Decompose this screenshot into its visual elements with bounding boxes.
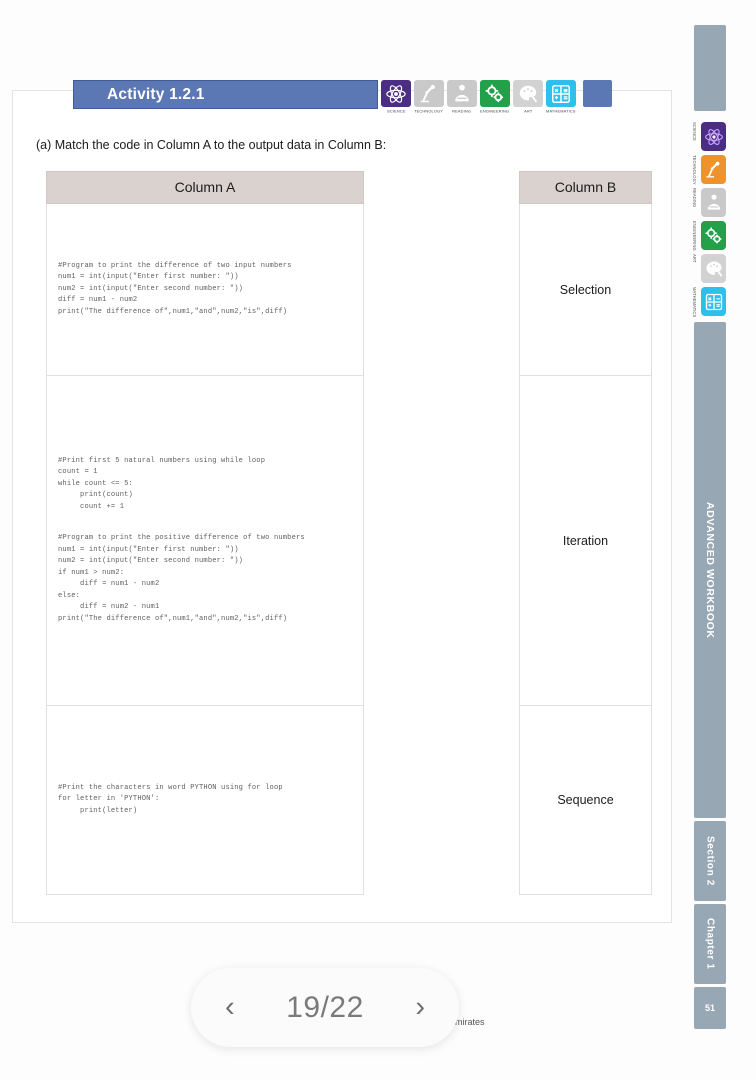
sidebar-icon-caption: TECHNOLOGY bbox=[692, 155, 697, 185]
sidebar-icon-caption: ART bbox=[692, 254, 697, 263]
sidebar-icon-caption: ENGINEERING bbox=[692, 221, 697, 251]
code-snippet: #Print first 5 natural numbers using whi… bbox=[58, 456, 266, 511]
table-row[interactable]: Selection bbox=[520, 204, 651, 376]
stem-item-art: ART bbox=[512, 80, 544, 114]
palette-icon bbox=[706, 261, 722, 277]
code-snippet: #Program to print the positive differenc… bbox=[58, 534, 305, 623]
code-snippet: #Program to print the difference of two … bbox=[58, 261, 292, 316]
activity-banner: Activity 1.2.1 bbox=[73, 80, 378, 109]
right-sidebar bbox=[694, 25, 726, 114]
column-a: Column A #Program to print the differenc… bbox=[46, 171, 364, 895]
sidebar-segment-workbook[interactable]: ADVANCED WORKBOOK bbox=[694, 322, 726, 818]
sidebar-item-mathematics[interactable]: MATHEMATICS bbox=[692, 285, 726, 318]
page-root: Activity 1.2.1 SCIENCE TECHNOLOGY READIN… bbox=[0, 0, 756, 1080]
calculator-icon bbox=[705, 293, 722, 310]
stem-caption: ENGINEERING bbox=[480, 108, 510, 114]
sidebar-tile-technology bbox=[701, 155, 726, 184]
reader-icon bbox=[455, 84, 469, 101]
sidebar-tile-engineering bbox=[701, 221, 726, 250]
stem-tile-engineering bbox=[480, 80, 510, 107]
table-row[interactable]: Iteration bbox=[520, 376, 651, 706]
gears-icon bbox=[485, 83, 504, 102]
sidebar-item-reading[interactable]: READING bbox=[692, 186, 726, 219]
stem-tile-mathematics bbox=[546, 80, 576, 107]
stem-tile-science bbox=[381, 80, 411, 107]
sidebar-segment-section[interactable]: Section 2 bbox=[694, 821, 726, 901]
workbook-label: ADVANCED WORKBOOK bbox=[704, 501, 716, 639]
question-prompt: (a) Match the code in Column A to the ou… bbox=[36, 138, 387, 152]
activity-title: Activity 1.2.1 bbox=[107, 85, 205, 103]
robot-arm-icon bbox=[420, 84, 435, 102]
stem-caption: TECHNOLOGY bbox=[414, 108, 444, 114]
chevron-left-icon[interactable]: ‹ bbox=[225, 993, 235, 1022]
atom-icon bbox=[386, 84, 406, 103]
pagination-bar: ‹ 19/22 › bbox=[191, 968, 459, 1047]
palette-icon bbox=[519, 85, 538, 103]
section-label: Section 2 bbox=[704, 836, 716, 886]
stem-tile-technology bbox=[414, 80, 444, 107]
sidebar-tile-mathematics bbox=[701, 287, 726, 316]
chapter-label: Chapter 1 bbox=[704, 918, 716, 970]
sidebar-tile-reading bbox=[701, 188, 726, 217]
sidebar-segment-chapter[interactable]: Chapter 1 bbox=[694, 904, 726, 984]
robot-arm-icon bbox=[706, 161, 719, 177]
sidebar-stem-icons: SCIENCE TECHNOLOGY READING ENGINEERING A… bbox=[692, 120, 726, 318]
column-b: Column B Selection Iteration Sequence bbox=[519, 171, 652, 895]
sidebar-page-number[interactable]: 51 bbox=[694, 987, 726, 1029]
table-row[interactable]: Sequence bbox=[520, 706, 651, 894]
stem-tile-reading bbox=[447, 80, 477, 107]
sidebar-item-science[interactable]: SCIENCE bbox=[692, 120, 726, 153]
calculator-icon bbox=[552, 84, 570, 103]
sidebar-segment-top[interactable] bbox=[694, 25, 726, 111]
sidebar-item-art[interactable]: ART bbox=[692, 252, 726, 285]
atom-icon bbox=[704, 128, 723, 145]
banner-blue-block bbox=[583, 80, 612, 107]
table-row[interactable]: #Print first 5 natural numbers using whi… bbox=[47, 376, 363, 706]
stem-caption: READING bbox=[452, 108, 472, 114]
page-counter: 19/22 bbox=[286, 990, 364, 1024]
table-row[interactable]: #Program to print the difference of two … bbox=[47, 204, 363, 376]
column-b-body: Selection Iteration Sequence bbox=[519, 204, 652, 895]
sidebar-lower: ADVANCED WORKBOOK Section 2 Chapter 1 51 bbox=[694, 322, 726, 1032]
stem-item-science: SCIENCE bbox=[380, 80, 412, 114]
stem-item-reading: READING bbox=[446, 80, 478, 114]
sidebar-item-technology[interactable]: TECHNOLOGY bbox=[692, 153, 726, 186]
column-a-header: Column A bbox=[46, 171, 364, 204]
sidebar-icon-caption: READING bbox=[692, 188, 697, 208]
sidebar-item-engineering[interactable]: ENGINEERING bbox=[692, 219, 726, 252]
stem-icon-strip: SCIENCE TECHNOLOGY READING ENGINEERING A… bbox=[380, 80, 577, 114]
column-a-body: #Program to print the difference of two … bbox=[46, 204, 364, 895]
column-b-header: Column B bbox=[519, 171, 652, 204]
table-row[interactable]: #Print the characters in word PYTHON usi… bbox=[47, 706, 363, 894]
stem-tile-art bbox=[513, 80, 543, 107]
sidebar-icon-caption: MATHEMATICS bbox=[692, 287, 697, 318]
sidebar-icon-caption: SCIENCE bbox=[692, 122, 697, 141]
page-number-label: 51 bbox=[704, 1003, 715, 1013]
stem-caption: ART bbox=[523, 108, 533, 114]
sidebar-tile-art bbox=[701, 254, 726, 283]
chevron-right-icon[interactable]: › bbox=[415, 993, 425, 1022]
reader-icon bbox=[707, 194, 720, 210]
stem-item-technology: TECHNOLOGY bbox=[413, 80, 445, 114]
footer-text: mirates bbox=[455, 1017, 485, 1027]
stem-item-engineering: ENGINEERING bbox=[479, 80, 511, 114]
stem-caption: MATHEMATICS bbox=[546, 108, 576, 114]
code-snippet: #Print the characters in word PYTHON usi… bbox=[58, 783, 283, 815]
gears-icon bbox=[704, 226, 721, 243]
stem-caption: SCIENCE bbox=[386, 108, 406, 114]
stem-item-mathematics: MATHEMATICS bbox=[545, 80, 577, 114]
sidebar-tile-science bbox=[701, 122, 726, 151]
